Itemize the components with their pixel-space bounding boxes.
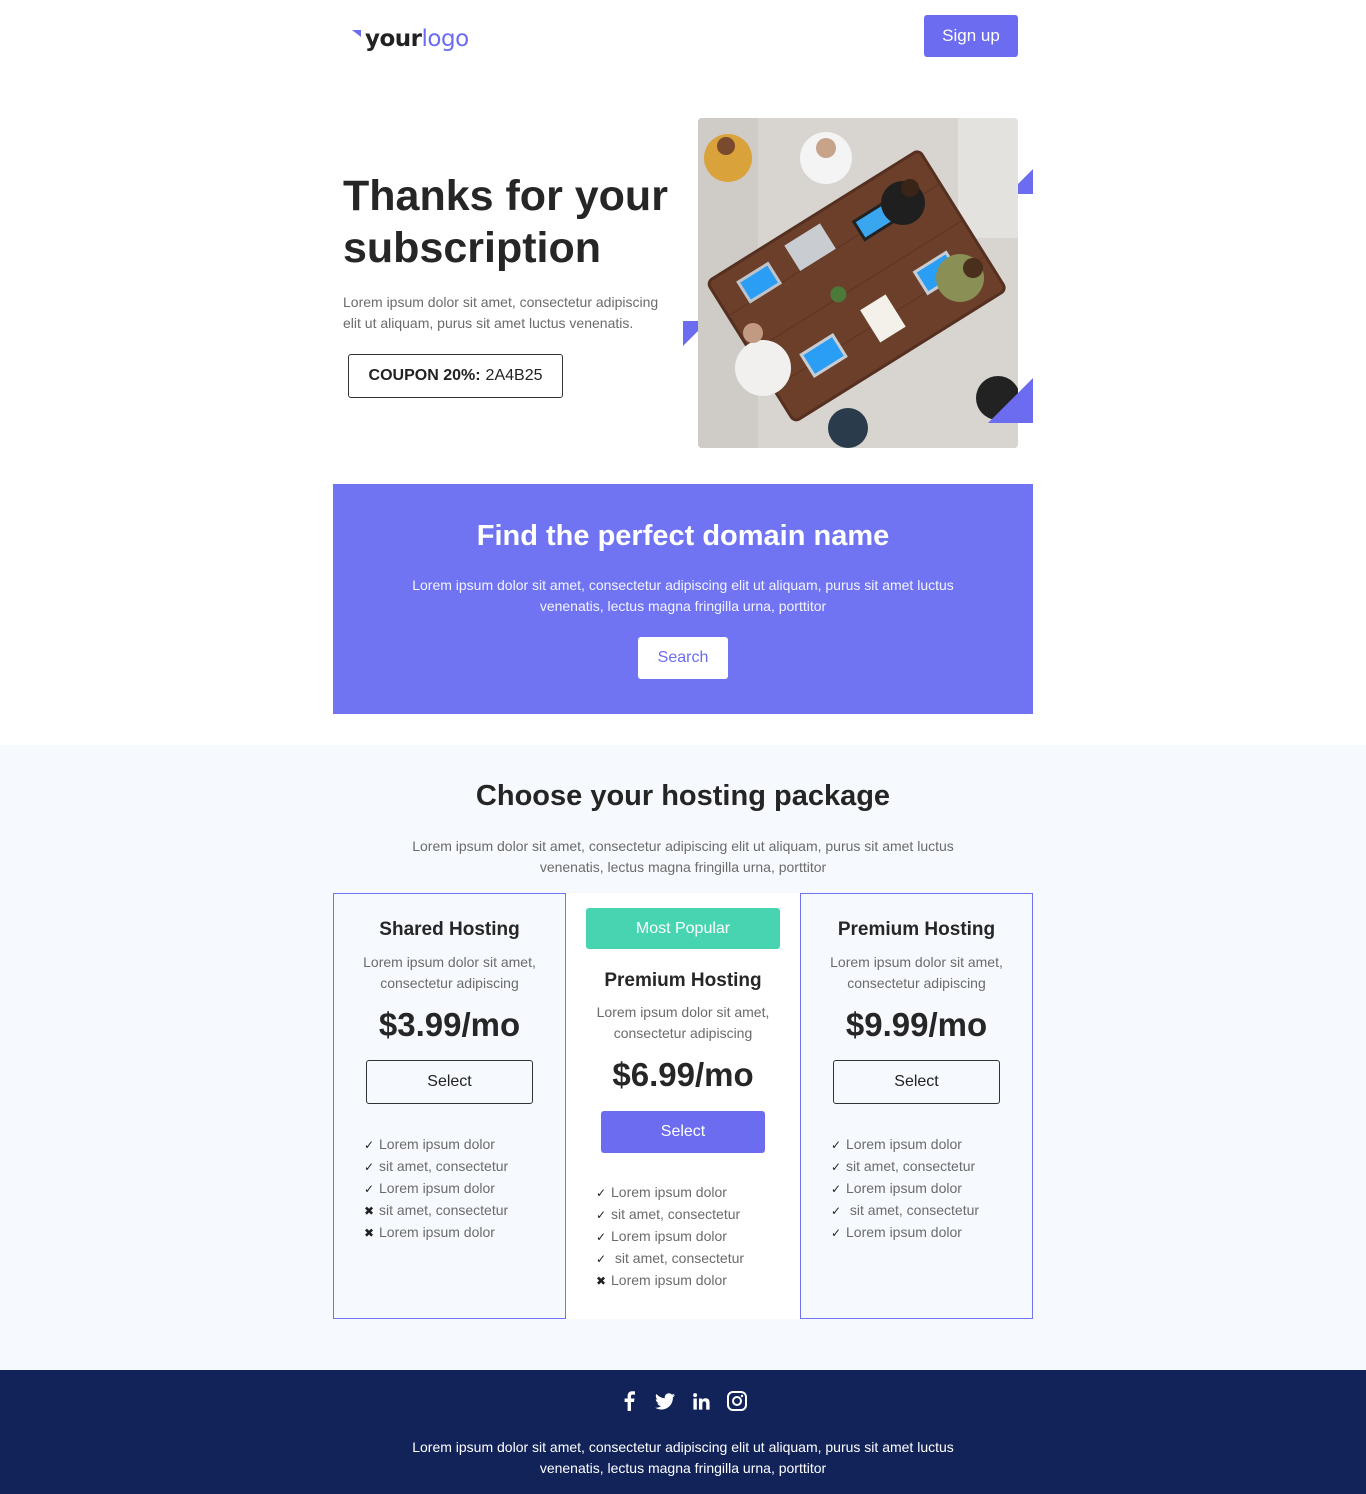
check-icon: ✓ [596,1186,607,1200]
hosting-title: Choose your hosting package [475,780,891,812]
feature-item: ✓ sit amet, consectetur [596,1248,744,1270]
coupon-label: COUPON 20%: [368,367,481,384]
feature-list: ✓ Lorem ipsum dolor ✓ sit amet, consectetu… [364,1134,508,1244]
logo-text: yourlogo [365,26,469,52]
feature-text: Lorem ipsum dolor [611,1228,727,1244]
check-icon: ✓ [831,1204,842,1218]
domain-title: Find the perfect domain name [476,520,890,552]
twitter-icon[interactable] [655,1390,675,1412]
feature-item: ✓ Lorem ipsum dolor [596,1226,744,1248]
feature-item: ✓ Lorem ipsum dolor [596,1182,744,1204]
feature-text: sit amet, consectetur [379,1202,509,1218]
check-icon: ✓ [364,1138,375,1152]
feature-item: ✓ Lorem ipsum dolor [831,1178,979,1200]
check-icon: ✓ [831,1160,842,1174]
plan-price: $9.99/mo [845,1006,988,1043]
check-icon: ✓ [831,1138,842,1152]
hosting-text: Lorem ipsum dolor sit amet, consectetur … [412,838,954,875]
feature-text: sit amet, consectetur [846,1158,976,1174]
feature-text: sit amet, consectetur [611,1206,741,1222]
cross-icon: ✖ [596,1274,607,1288]
feature-item: ✓ sit amet, consectetur [831,1200,979,1222]
feature-item: ✖ Lorem ipsum dolor [596,1270,744,1292]
feature-text: Lorem ipsum dolor [846,1180,962,1196]
plan-price: $3.99/mo [378,1006,521,1043]
plan-name: Premium Hosting [837,919,996,940]
domain-text: Lorem ipsum dolor sit amet, consectetur … [412,577,954,614]
feature-text: Lorem ipsum dolor [379,1180,495,1196]
plan-desc: Lorem ipsum dolor sit amet, consectetur … [363,954,536,991]
plan-desc: Lorem ipsum dolor sit amet, consectetur … [830,954,1003,991]
hero-image [698,118,1018,448]
feature-text: sit amet, consectetur [846,1202,980,1218]
decor-triangle-bottom [988,378,1033,423]
footer: Lorem ipsum dolor sit amet, consectetur … [0,1370,1366,1494]
select-premium-button[interactable]: Select [833,1060,1000,1104]
linkedin-icon[interactable] [691,1390,711,1412]
logo-text-part1: your [365,26,422,52]
cross-icon: ✖ [364,1204,375,1218]
signup-button[interactable]: Sign up [924,15,1018,57]
feature-item: ✖ sit amet, consectetur [364,1200,508,1222]
hero-text: Lorem ipsum dolor sit amet, consectetur … [343,294,659,331]
cross-icon: ✖ [364,1226,375,1240]
social-links [0,1390,1366,1412]
feature-item: ✓ sit amet, consectetur [596,1204,744,1226]
feature-text: Lorem ipsum dolor [379,1136,495,1152]
feature-text: Lorem ipsum dolor [379,1224,495,1240]
check-icon: ✓ [831,1182,842,1196]
feature-item: ✓ Lorem ipsum dolor [364,1134,508,1156]
search-button[interactable]: Search [638,637,728,679]
feature-text: Lorem ipsum dolor [846,1136,962,1152]
coupon-code: 2A4B25 [485,367,543,384]
plan-card-popular: Most Popular Premium Hosting Lorem ipsum… [566,893,800,1319]
logo[interactable]: yourlogo [352,22,469,56]
coupon-box: COUPON 20%: 2A4B25 [348,354,563,398]
feature-text: Lorem ipsum dolor [611,1184,727,1200]
feature-item: ✓ Lorem ipsum dolor [831,1134,979,1156]
feature-text: Lorem ipsum dolor [846,1224,962,1240]
most-popular-badge: Most Popular [586,908,780,949]
logo-text-part2: logo [421,26,470,52]
instagram-icon[interactable] [727,1390,747,1412]
check-icon: ✓ [596,1208,607,1222]
plan-name: Shared Hosting [379,919,520,940]
plan-name: Premium Hosting [604,970,762,991]
check-icon: ✓ [831,1226,842,1240]
feature-list: ✓ Lorem ipsum dolor ✓ sit amet, consectetu… [831,1134,979,1244]
feature-text: sit amet, consectetur [611,1250,745,1266]
hero-title: Thanks for your subscription [343,172,668,272]
domain-section: Find the perfect domain name Lorem ipsum… [333,484,1033,714]
feature-item: ✖ Lorem ipsum dolor [364,1222,508,1244]
check-icon: ✓ [364,1160,375,1174]
plan-price: $6.99/mo [612,1056,754,1093]
feature-item: ✓ sit amet, consectetur [364,1156,508,1178]
feature-item: ✓ Lorem ipsum dolor [831,1222,979,1244]
select-popular-button[interactable]: Select [601,1111,765,1153]
feature-item: ✓ sit amet, consectetur [831,1156,979,1178]
check-icon: ✓ [364,1182,375,1196]
check-icon: ✓ [596,1230,607,1244]
select-shared-button[interactable]: Select [366,1060,533,1104]
feature-text: sit amet, consectetur [379,1158,509,1174]
feature-text: Lorem ipsum dolor [611,1272,727,1288]
feature-item: ✓ Lorem ipsum dolor [364,1178,508,1200]
feature-list: ✓ Lorem ipsum dolor ✓ sit amet, consectetu… [596,1182,744,1292]
footer-text: Lorem ipsum dolor sit amet, consectetur … [412,1439,954,1476]
check-icon: ✓ [596,1252,607,1266]
hero-image-illustration [698,118,1018,448]
facebook-icon[interactable] [619,1390,639,1412]
plan-desc: Lorem ipsum dolor sit amet, consectetur … [596,1004,770,1041]
plan-card-premium: Premium Hosting Lorem ipsum dolor sit am… [800,893,1033,1319]
logo-mark-icon [352,29,361,37]
plan-card-shared: Shared Hosting Lorem ipsum dolor sit ame… [333,893,566,1319]
